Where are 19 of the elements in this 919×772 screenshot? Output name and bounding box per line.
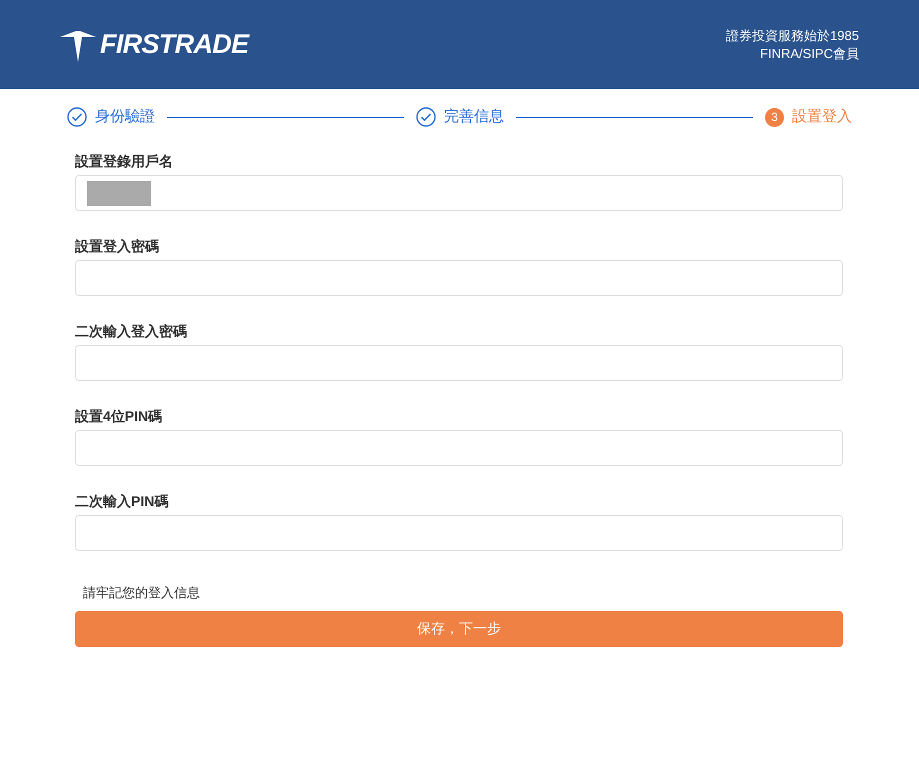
step-label: 身份驗證 [95, 106, 155, 127]
tagline-text: FINRA/SIPC會員 [760, 44, 859, 62]
input-field[interactable] [75, 175, 843, 211]
save-next-button[interactable]: 保存，下一步 [75, 610, 843, 646]
logo-text: FIRSTRADE [100, 28, 248, 62]
field-label: 設置登錄用戶名 [75, 152, 174, 171]
field-label: 二次輸入登入密碼 [75, 322, 188, 341]
input-field[interactable] [75, 345, 843, 381]
step-label: 設置登入 [792, 106, 852, 127]
input-field[interactable] [75, 430, 843, 466]
step-label: 完善信息 [444, 106, 504, 127]
field-label: 二次輸入PIN碼 [75, 492, 170, 511]
field-label: 設置4位PIN碼 [75, 407, 164, 426]
field-label: 設置登入密碼 [75, 237, 160, 256]
step-number: 3 [765, 108, 784, 126]
input-field[interactable] [75, 515, 843, 551]
tagline-text: 證券投資服務始於1985 [726, 26, 859, 44]
input-field[interactable] [75, 260, 843, 296]
reminder-text: 請牢記您的登入信息 [83, 584, 201, 602]
